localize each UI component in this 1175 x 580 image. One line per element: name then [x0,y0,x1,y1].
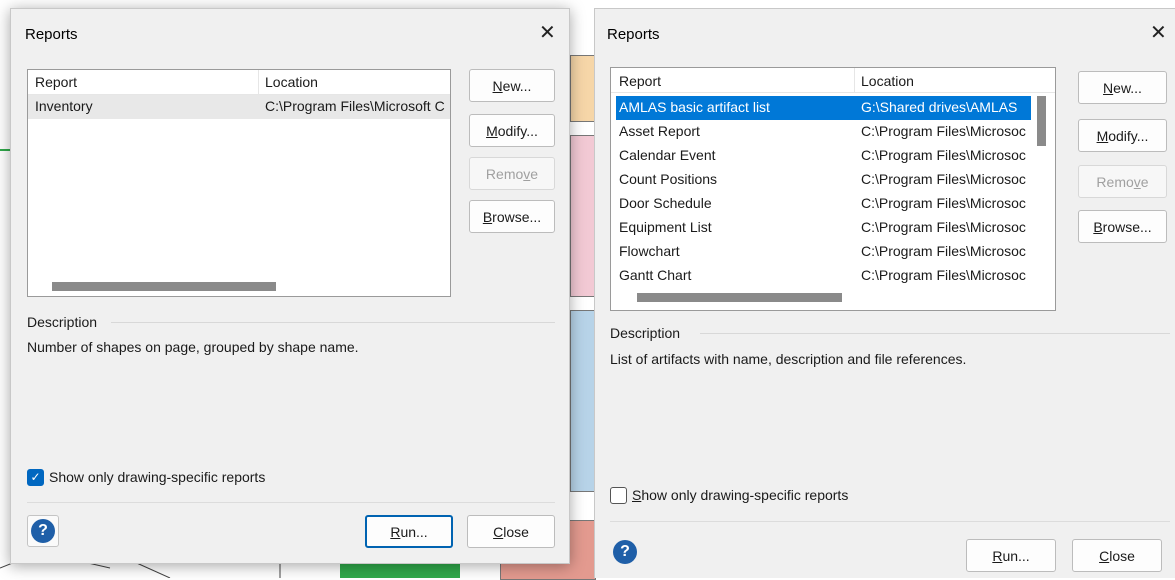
description-divider [111,322,555,323]
report-name: Calendar Event [619,147,716,163]
list-item[interactable]: Count Positions C:\Program Files\Microso… [616,168,1031,192]
run-button[interactable]: Run... [365,515,453,548]
description-text: List of artifacts with name, description… [610,351,967,367]
footer-divider [27,502,555,503]
list-item[interactable]: Calendar Event C:\Program Files\Microsoc [616,144,1031,168]
report-location: C:\Program Files\Microsoc [861,243,1026,259]
report-name: Inventory [35,98,93,114]
description-divider [700,333,1170,334]
report-location: C:\Program Files\Microsoc [861,147,1026,163]
report-location: C:\Program Files\Microsoc [861,123,1026,139]
browse-button[interactable]: Browse... [469,200,555,233]
footer-divider [610,521,1170,522]
column-header-report[interactable]: Report [619,73,661,89]
drawing-specific-checkbox[interactable]: ✓ [27,469,44,486]
close-button[interactable]: Close [467,515,555,548]
description-text: Number of shapes on page, grouped by sha… [27,339,359,355]
report-location: C:\Program Files\Microsoc [861,267,1026,283]
report-name: Flowchart [619,243,680,259]
reports-dialog-right: Reports ✕ Report Location AMLAS basic ar… [594,8,1175,578]
column-header-report[interactable]: Report [35,74,77,90]
browse-button[interactable]: Browse... [1078,210,1167,243]
reports-list[interactable]: Report Location Inventory C:\Program Fil… [27,69,451,297]
close-icon[interactable]: ✕ [539,23,556,43]
column-separator[interactable] [258,70,259,94]
reports-dialog-left: Reports ✕ Report Location Inventory C:\P… [10,8,570,564]
close-button[interactable]: Close [1072,539,1162,572]
report-location: C:\Program Files\Microsoc [861,219,1026,235]
checkbox-label[interactable]: Show only drawing-specific reports [632,487,848,503]
list-item[interactable]: Inventory C:\Program Files\Microsoft C [28,95,450,119]
column-header-location[interactable]: Location [265,74,318,90]
report-name: Gantt Chart [619,267,692,283]
new-button[interactable]: New... [469,69,555,102]
report-location: C:\Program Files\Microsoft C [265,98,445,114]
list-item-selected[interactable]: AMLAS basic artifact list G:\Shared driv… [616,96,1031,120]
list-item[interactable]: Flowchart C:\Program Files\Microsoc [616,240,1031,264]
modify-button[interactable]: Modify... [469,114,555,147]
list-item[interactable]: Equipment List C:\Program Files\Microsoc [616,216,1031,240]
description-label: Description [610,325,681,341]
list-header: Report Location [28,70,450,95]
report-location: C:\Program Files\Microsoc [861,195,1026,211]
dialog-title: Reports [607,26,660,43]
report-name: Door Schedule [619,195,712,211]
run-button[interactable]: Run... [966,539,1056,572]
report-name: Asset Report [619,123,700,139]
report-name: Equipment List [619,219,712,235]
reports-list[interactable]: Report Location AMLAS basic artifact lis… [610,67,1056,311]
list-header: Report Location [611,68,1055,93]
modify-button[interactable]: Modify... [1078,119,1167,152]
list-item[interactable]: Door Schedule C:\Program Files\Microsoc [616,192,1031,216]
report-name: AMLAS basic artifact list [619,99,770,115]
column-header-location[interactable]: Location [861,73,914,89]
help-icon[interactable]: ? [613,540,637,564]
dialog-title: Reports [25,26,78,43]
report-location: G:\Shared drives\AMLAS [861,99,1018,115]
list-item[interactable]: Asset Report C:\Program Files\Microsoc [616,120,1031,144]
remove-button[interactable]: Remo v e [1078,165,1167,198]
horizontal-scrollbar[interactable] [52,282,276,291]
checkbox-label[interactable]: Show only drawing-specific reports [49,469,265,485]
report-location: C:\Program Files\Microsoc [861,171,1026,187]
description-label: Description [27,314,98,330]
vertical-scrollbar[interactable] [1037,96,1046,146]
drawing-specific-checkbox[interactable] [610,487,627,504]
help-icon[interactable]: ? [31,519,55,543]
new-button[interactable]: New... [1078,71,1167,104]
remove-button[interactable]: Remo v e [469,157,555,190]
horizontal-scrollbar[interactable] [637,293,842,302]
close-icon[interactable]: ✕ [1150,23,1167,43]
report-name: Count Positions [619,171,718,187]
list-item[interactable]: Gantt Chart C:\Program Files\Microsoc [616,264,1031,284]
column-separator[interactable] [854,68,855,92]
